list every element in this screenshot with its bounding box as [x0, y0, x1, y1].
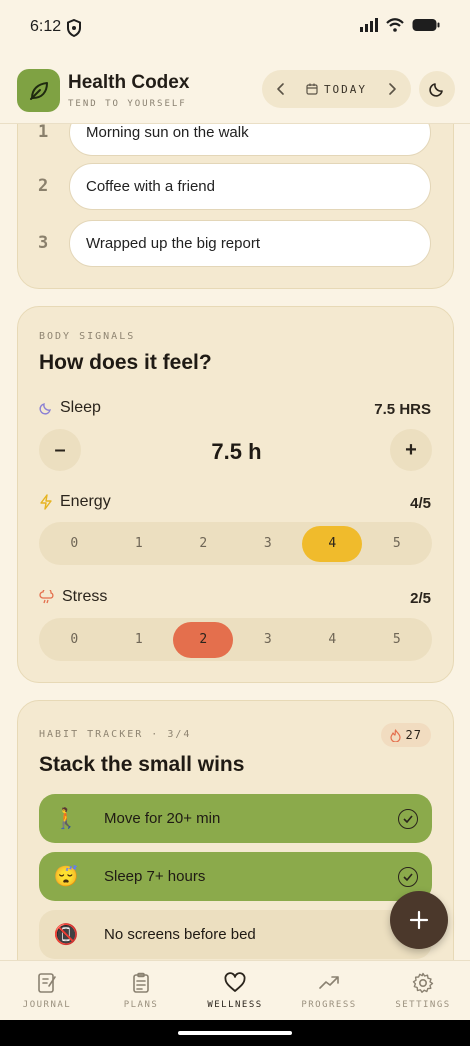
energy-value: 4/5: [410, 495, 431, 512]
habit-tracker-card: HABIT TRACKER · 3/4 27 Stack the small w…: [17, 700, 454, 960]
energy-option-2[interactable]: 2: [173, 526, 233, 562]
energy-option-5[interactable]: 5: [367, 526, 427, 562]
app-logo: [17, 69, 60, 112]
habit-label: No screens before bed: [104, 926, 256, 943]
gratitude-input[interactable]: Coffee with a friend: [69, 163, 431, 210]
journal-icon: [38, 973, 56, 993]
stress-option-5[interactable]: 5: [367, 622, 427, 658]
list-item: 2 Coffee with a friend: [18, 163, 455, 211]
nav-label: WELLNESS: [207, 1000, 263, 1010]
stress-label-row: Stress: [39, 588, 107, 606]
stress-value: 2/5: [410, 590, 431, 607]
stress-label: Stress: [62, 588, 108, 605]
add-entry-button[interactable]: [390, 891, 448, 949]
body-signals-card: BODY SIGNALS How does it feel? Sleep 7.5…: [17, 306, 454, 683]
plus-icon: [409, 910, 429, 930]
signals-eyebrow: BODY SIGNALS: [39, 331, 136, 342]
check-icon[interactable]: [398, 808, 418, 829]
sleep-label: Sleep: [60, 399, 101, 416]
nav-label: PLANS: [123, 1000, 159, 1010]
habit-row[interactable]: 🚶 Move for 20+ min: [39, 794, 432, 843]
clipboard-icon: [133, 972, 149, 993]
app-header: Health Codex TEND TO YOURSELF TODAY: [0, 56, 470, 124]
flame-icon: [389, 728, 401, 742]
leaf-icon: [29, 81, 48, 100]
home-indicator[interactable]: [178, 1031, 292, 1035]
energy-label: Energy: [60, 493, 111, 510]
gratitude-input[interactable]: Wrapped up the big report: [69, 220, 431, 267]
nav-label: PROGRESS: [301, 1000, 357, 1010]
nav-item-settings[interactable]: SETTINGS: [376, 961, 470, 1020]
energy-scale: 0 1 2 3 4 5: [39, 522, 432, 565]
nav-item-progress[interactable]: PROGRESS: [282, 961, 376, 1020]
status-icons: [360, 18, 440, 32]
status-time: 6:12: [30, 18, 62, 35]
habit-label: Sleep 7+ hours: [104, 868, 206, 885]
trend-icon: [319, 976, 339, 989]
energy-option-3[interactable]: 3: [238, 526, 298, 562]
list-item-number: 2: [38, 176, 49, 196]
bottom-nav: JOURNAL PLANS WELLNESS PROGRESS SETTINGS: [0, 960, 470, 1020]
stress-option-2[interactable]: 2: [173, 621, 234, 658]
date-today-button[interactable]: TODAY: [306, 83, 367, 96]
signals-title: How does it feel?: [39, 351, 212, 374]
calendar-icon: [306, 83, 318, 95]
main-scroll[interactable]: 1 Morning sun on the walk 2 Coffee with …: [0, 124, 470, 960]
lightning-icon: [40, 494, 52, 510]
chevron-right-icon[interactable]: [387, 82, 397, 96]
theme-toggle-button[interactable]: [419, 71, 455, 107]
nav-label: SETTINGS: [395, 1000, 451, 1010]
list-item-number: 1: [38, 124, 49, 142]
system-nav-bar: [0, 1020, 470, 1046]
walking-icon: 🚶: [53, 808, 79, 830]
shield-icon: [67, 19, 81, 37]
wifi-icon: [386, 18, 404, 32]
list-item-number: 3: [38, 233, 49, 253]
stress-option-4[interactable]: 4: [302, 622, 362, 658]
energy-option-1[interactable]: 1: [109, 526, 169, 562]
habit-row[interactable]: 📵 No screens before bed: [39, 910, 432, 959]
no-phone-icon: 📵: [53, 924, 79, 946]
date-navigator: TODAY: [262, 70, 411, 108]
stress-option-3[interactable]: 3: [238, 622, 298, 658]
sleep-increment-button[interactable]: +: [390, 429, 432, 471]
battery-icon: [412, 19, 440, 31]
habit-row[interactable]: 😴 Sleep 7+ hours: [39, 852, 432, 901]
stress-option-0[interactable]: 0: [44, 622, 104, 658]
habit-label: Move for 20+ min: [104, 810, 221, 827]
gratitude-card: 1 Morning sun on the walk 2 Coffee with …: [17, 124, 454, 289]
signal-icon: [360, 18, 378, 32]
app-tagline: TEND TO YOURSELF: [68, 99, 187, 109]
streak-count: 27: [405, 728, 422, 742]
chevron-left-icon[interactable]: [276, 82, 286, 96]
habit-title: Stack the small wins: [39, 753, 245, 776]
stress-option-1[interactable]: 1: [109, 622, 169, 658]
moon-icon: [429, 83, 443, 97]
sleep-value: 7.5 HRS: [374, 401, 431, 418]
nav-label: JOURNAL: [22, 1000, 72, 1010]
streak-badge: 27: [380, 723, 431, 747]
list-item: 3 Wrapped up the big report: [18, 220, 455, 268]
nav-item-plans[interactable]: PLANS: [94, 961, 188, 1020]
gratitude-input[interactable]: Morning sun on the walk: [69, 124, 431, 156]
habit-eyebrow: HABIT TRACKER · 3/4: [39, 729, 192, 740]
storm-cloud-icon: [39, 590, 54, 604]
nav-item-wellness[interactable]: WELLNESS: [188, 961, 282, 1020]
energy-option-0[interactable]: 0: [44, 526, 104, 562]
sleep-label-row: Sleep: [39, 399, 101, 417]
app-title: Health Codex: [68, 72, 190, 93]
energy-label-row: Energy: [39, 493, 111, 511]
status-bar: 6:12: [0, 0, 470, 56]
stress-scale: 0 1 2 3 4 5: [39, 618, 432, 661]
check-icon[interactable]: [398, 866, 418, 887]
heart-icon: [224, 972, 246, 992]
gear-icon: [412, 972, 434, 993]
energy-option-4[interactable]: 4: [302, 525, 363, 562]
sleepy-face-icon: 😴: [53, 866, 79, 888]
list-item: 1 Morning sun on the walk: [18, 124, 455, 157]
nav-item-journal[interactable]: JOURNAL: [0, 961, 94, 1020]
date-label: TODAY: [323, 82, 368, 96]
moon-icon: [39, 403, 51, 415]
